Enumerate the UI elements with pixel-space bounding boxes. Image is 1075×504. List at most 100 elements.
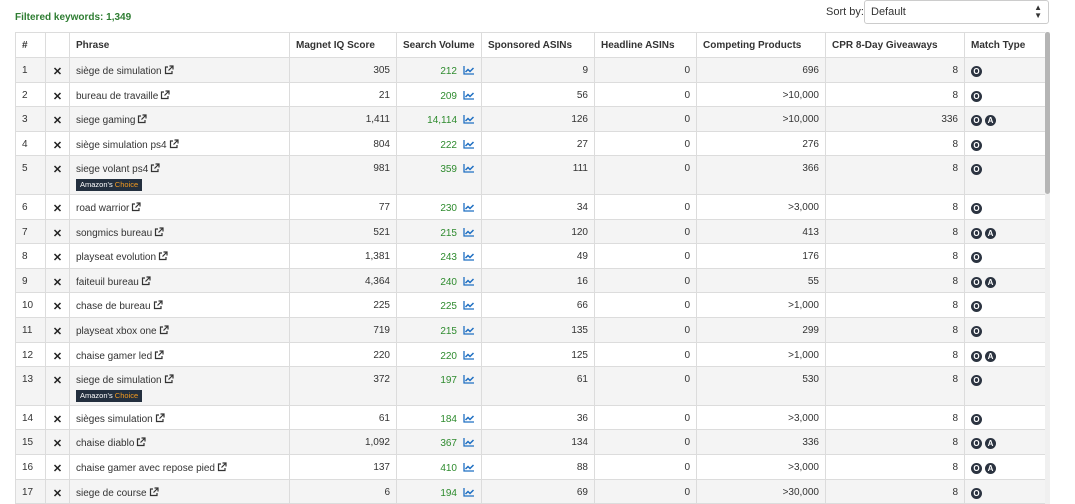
close-icon[interactable]: ✕ [52, 437, 63, 450]
external-link-icon[interactable] [158, 251, 168, 261]
row-index: 4 [15, 130, 46, 157]
close-icon[interactable]: ✕ [52, 350, 63, 363]
trend-chart-icon[interactable] [463, 163, 475, 174]
trend-chart-icon[interactable] [463, 227, 475, 237]
close-icon[interactable]: ✕ [52, 487, 63, 500]
close-icon[interactable]: ✕ [52, 65, 63, 78]
trend-chart-icon[interactable] [463, 202, 475, 212]
close-icon[interactable]: ✕ [52, 374, 63, 387]
external-link-icon[interactable] [217, 462, 227, 472]
sponsored-asins: 27 [481, 130, 595, 157]
close-icon[interactable]: ✕ [52, 251, 63, 264]
search-volume-cell: 240 [396, 267, 482, 294]
trend-chart-icon[interactable] [463, 325, 475, 335]
external-link-icon[interactable] [141, 276, 151, 286]
magnet-iq-score: 372 [289, 366, 397, 406]
trend-chart-icon[interactable] [463, 487, 475, 497]
trend-chart-icon[interactable] [463, 65, 475, 75]
external-link-icon[interactable] [155, 413, 165, 423]
column-header-competing-products[interactable]: Competing Products [696, 32, 826, 58]
column-header-sponsored-asins[interactable]: Sponsored ASINs [481, 32, 595, 58]
trend-chart-icon[interactable] [463, 139, 475, 149]
cpr-giveaways: 8 [825, 366, 965, 406]
match-type-cell: OA [964, 429, 1046, 455]
table-row: 1 ✕ siège de simulation 305 212 9 0 696 8 O [15, 57, 1046, 83]
competing-products: 336 [696, 429, 826, 455]
remove-cell: ✕ [45, 404, 70, 431]
close-icon[interactable]: ✕ [52, 462, 63, 475]
sort-by-select[interactable]: Default ▲ ▼ [864, 0, 1049, 24]
trend-chart-icon[interactable] [463, 114, 475, 124]
headline-asins: 0 [594, 155, 697, 195]
external-link-icon[interactable] [150, 163, 160, 173]
search-volume-cell: 410 [396, 453, 482, 480]
match-type-cell: OA [964, 267, 1046, 294]
close-icon[interactable]: ✕ [52, 114, 63, 127]
external-link-icon[interactable] [149, 486, 159, 497]
competing-products: >3,000 [696, 193, 826, 220]
external-link-icon[interactable] [159, 325, 169, 335]
external-link-icon[interactable] [154, 226, 164, 237]
row-index: 5 [15, 155, 46, 195]
competing-products: 176 [696, 243, 826, 269]
external-link-icon[interactable] [169, 139, 179, 149]
sponsored-asins: 66 [481, 292, 595, 318]
match-type-badge-a: A [985, 438, 996, 450]
column-header-phrase[interactable]: Phrase [69, 32, 290, 58]
close-icon[interactable]: ✕ [52, 139, 63, 152]
search-volume-value: 240 [440, 276, 457, 288]
cpr-giveaways: 8 [825, 404, 965, 431]
trend-chart-icon[interactable] [463, 413, 475, 423]
cpr-giveaways: 8 [825, 57, 965, 83]
amazons-choice-suffix: Choice [114, 391, 139, 401]
trend-chart-icon[interactable] [463, 374, 475, 384]
match-type-badge-o: O [971, 325, 982, 337]
external-link-icon[interactable] [137, 114, 148, 124]
column-header-search-volume[interactable]: Search Volume [396, 32, 482, 58]
column-header-match-type[interactable]: Match Type [964, 32, 1046, 58]
trend-chart-icon[interactable] [463, 437, 475, 447]
trend-chart-icon[interactable] [463, 350, 475, 360]
close-icon[interactable]: ✕ [52, 413, 63, 426]
external-link-icon[interactable] [154, 349, 164, 360]
external-link-icon[interactable] [164, 65, 174, 75]
scrollbar-thumb[interactable] [1045, 32, 1050, 194]
column-header-headline-asins[interactable]: Headline ASINs [594, 32, 697, 58]
external-link-icon[interactable] [164, 374, 174, 384]
close-icon[interactable]: ✕ [52, 325, 63, 338]
column-header-index[interactable]: # [15, 32, 46, 58]
close-icon[interactable]: ✕ [52, 227, 63, 240]
column-header-magnet-iq-score[interactable]: Magnet IQ Score [289, 32, 397, 58]
match-type-cell: OA [964, 341, 1046, 368]
table-row: 8 ✕ playseat evolution 1,381 243 49 0 176 8 O [15, 243, 1046, 269]
external-link-icon[interactable] [136, 437, 146, 447]
search-volume-cell: 212 [396, 57, 482, 83]
cpr-giveaways: 336 [825, 106, 965, 132]
close-icon[interactable]: ✕ [52, 202, 63, 215]
search-volume-cell: 367 [396, 429, 482, 455]
trend-chart-icon[interactable] [463, 276, 475, 286]
table-row: 17 ✕ siege de course 6 194 69 0 >30,000 8 O [15, 478, 1046, 504]
column-header-cpr-giveaways[interactable]: CPR 8-Day Giveaways [825, 32, 965, 58]
trend-chart-icon[interactable] [463, 300, 475, 310]
match-type-cell: OA [964, 453, 1046, 480]
external-link-icon[interactable] [160, 89, 170, 100]
table-row: 11 ✕ playseat xbox one 719 215 135 0 299 8 O [15, 316, 1046, 343]
phrase-text: siege de simulation [76, 375, 162, 387]
external-link-icon[interactable] [131, 202, 141, 212]
magnet-iq-score: 137 [289, 453, 397, 480]
close-icon[interactable]: ✕ [52, 276, 63, 289]
trend-chart-icon[interactable] [463, 462, 475, 472]
vertical-scrollbar[interactable] [1045, 32, 1050, 504]
row-index: 7 [15, 218, 46, 245]
external-link-icon[interactable] [153, 300, 163, 310]
search-volume-value: 222 [440, 139, 457, 151]
trend-chart-icon[interactable] [463, 90, 475, 100]
close-icon[interactable]: ✕ [52, 163, 63, 176]
magnet-iq-score: 225 [289, 292, 397, 318]
search-volume-cell: 194 [396, 478, 482, 504]
search-volume-cell: 359 [396, 155, 482, 195]
close-icon[interactable]: ✕ [52, 300, 63, 313]
trend-chart-icon[interactable] [463, 251, 475, 261]
close-icon[interactable]: ✕ [52, 90, 63, 103]
